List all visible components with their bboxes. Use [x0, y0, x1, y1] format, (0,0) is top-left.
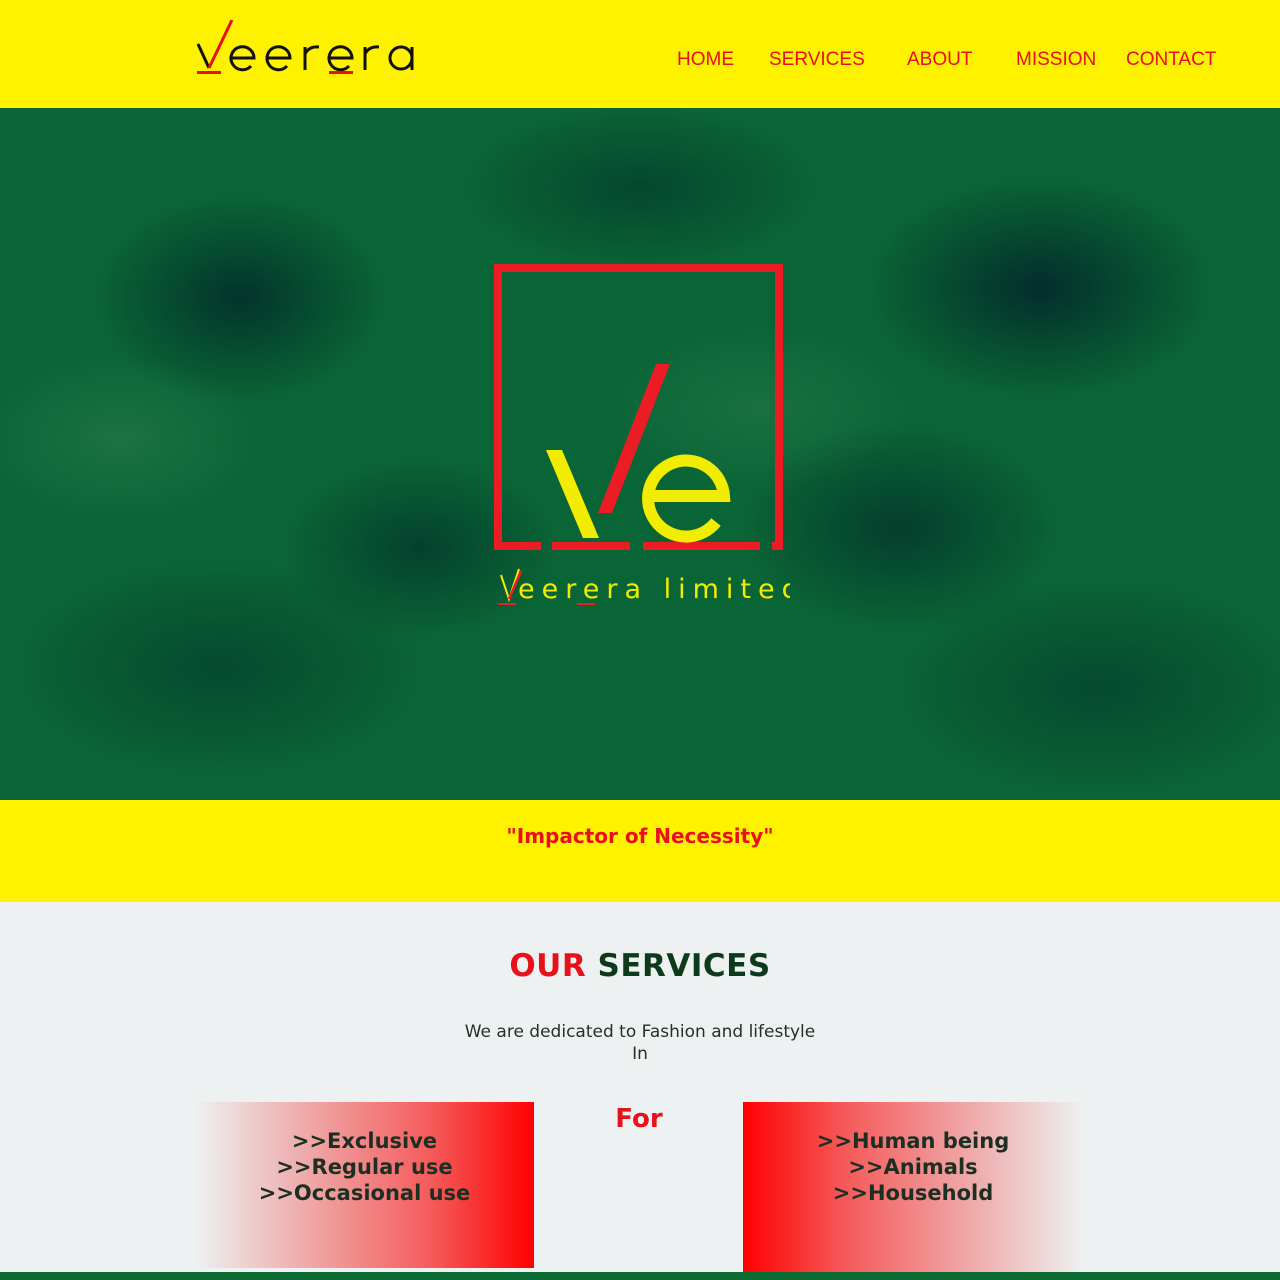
heading-part-services: SERVICES — [597, 948, 771, 984]
nav-mission[interactable]: MISSION — [1016, 49, 1096, 71]
tagline-band: "Impactor of Necessity" — [0, 800, 1280, 902]
nav-about[interactable]: ABOUT — [907, 49, 972, 71]
nav-services[interactable]: SERVICES — [769, 49, 865, 71]
description-line-1: We are dedicated to Fashion and lifestyl… — [464, 1022, 816, 1042]
services-section: OUR SERVICES We are dedicated to Fashion… — [0, 902, 1280, 1272]
list-item: >>Exclusive — [291, 1129, 438, 1153]
services-heading: OUR SERVICES — [0, 948, 1280, 984]
emblem-caption: eerera limited — [518, 574, 790, 605]
description-line-2: In — [632, 1044, 648, 1064]
list-item: >>Regular use — [276, 1155, 453, 1179]
site-header: HOME SERVICES ABOUT MISSION CONTACT — [0, 0, 1280, 108]
audience-panel: >>Human being >>Animals >>Household — [743, 1102, 1083, 1272]
usage-types-list: >>Exclusive >>Regular use >>Occasional u… — [195, 1128, 534, 1206]
veerera-limited-emblem: eerera limited — [494, 264, 790, 605]
list-item: >>Household — [832, 1181, 994, 1205]
audience-list: >>Human being >>Animals >>Household — [743, 1128, 1083, 1206]
heading-part-our: OUR — [509, 948, 587, 984]
for-label: For — [615, 1104, 663, 1134]
list-item: >>Occasional use — [258, 1181, 471, 1205]
usage-types-panel: >>Exclusive >>Regular use >>Occasional u… — [195, 1102, 534, 1268]
footer-strip — [0, 1272, 1280, 1280]
hero-banner: eerera limited — [0, 108, 1280, 800]
nav-contact[interactable]: CONTACT — [1126, 49, 1216, 71]
main-nav: HOME SERVICES ABOUT MISSION CONTACT — [0, 49, 1280, 73]
services-description: We are dedicated to Fashion and lifestyl… — [0, 1021, 1280, 1065]
nav-home[interactable]: HOME — [677, 49, 734, 71]
list-item: >>Animals — [848, 1155, 978, 1179]
list-item: >>Human being — [816, 1129, 1010, 1153]
tagline-text: "Impactor of Necessity" — [506, 824, 774, 848]
